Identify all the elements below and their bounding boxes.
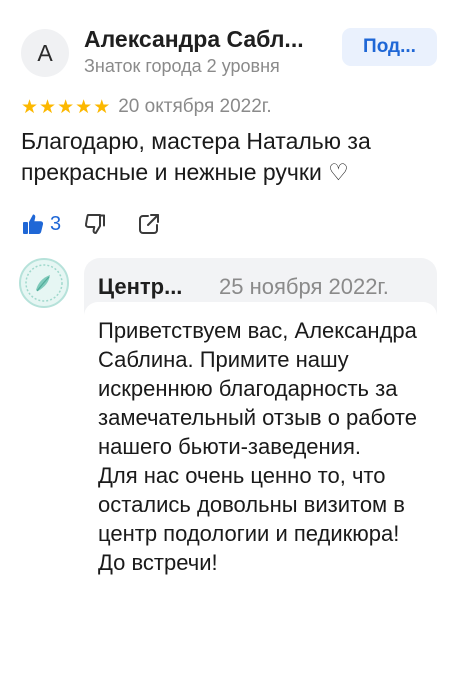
subscribe-button[interactable]: Под... xyxy=(342,28,437,66)
like-count: 3 xyxy=(50,212,62,235)
star-rating: ★ ★ ★ ★ ★ xyxy=(21,98,110,117)
star-icon: ★ xyxy=(75,96,93,118)
review-header: А Александра Сабл... Знаток города 2 уро… xyxy=(0,0,457,90)
rating-row: ★ ★ ★ ★ ★ 20 октября 2022г. xyxy=(21,94,272,120)
thumbs-up-icon[interactable] xyxy=(21,212,45,236)
author-name[interactable]: Александра Сабл... xyxy=(84,26,322,53)
reply-paragraph: Для нас очень ценно то, что остались дов… xyxy=(98,463,405,575)
review-card: А Александра Сабл... Знаток города 2 уро… xyxy=(0,0,457,700)
review-text: Благодарю, мастера Наталью за прекрасные… xyxy=(21,128,371,185)
share-icon[interactable] xyxy=(137,212,161,236)
thumbs-down-icon[interactable] xyxy=(83,212,107,236)
review-actions: 3 xyxy=(21,207,161,241)
author-level: Знаток города 2 уровня xyxy=(84,56,280,76)
star-icon: ★ xyxy=(21,96,39,118)
star-icon: ★ xyxy=(57,96,75,118)
reply-author-name[interactable]: Центр... xyxy=(98,274,200,300)
reply-date: 25 ноября 2022г. xyxy=(219,274,389,299)
organization-logo[interactable] xyxy=(19,258,69,308)
reply-text: Приветствуем вас, Александра Саблина. Пр… xyxy=(98,316,428,577)
avatar-initial: А xyxy=(37,39,53,66)
star-icon: ★ xyxy=(39,96,57,118)
avatar[interactable]: А xyxy=(21,29,69,77)
star-icon: ★ xyxy=(93,96,111,118)
review-date: 20 октября 2022г. xyxy=(118,96,272,117)
leaf-logo-icon xyxy=(25,264,63,302)
reply-paragraph: Приветствуем вас, Александра Саблина. Пр… xyxy=(98,318,417,459)
